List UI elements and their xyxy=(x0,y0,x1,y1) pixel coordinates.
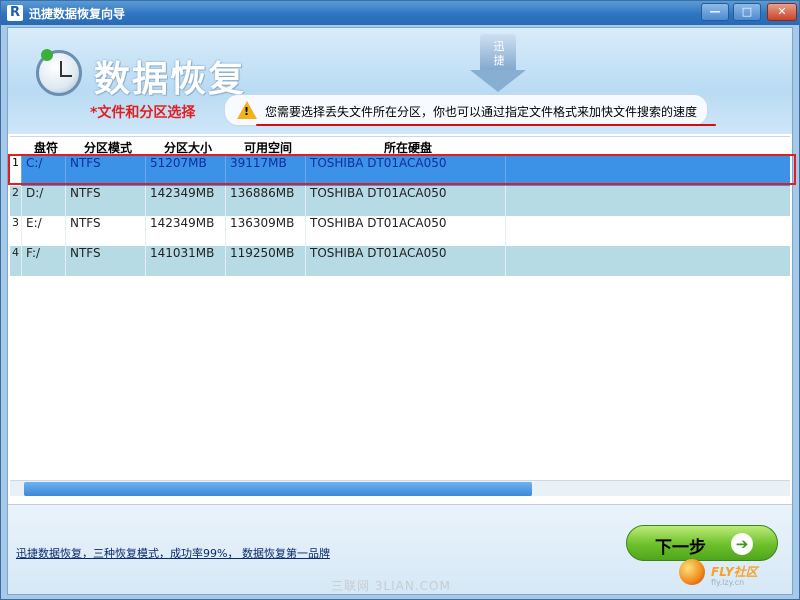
cell-size: 51207MB xyxy=(146,156,226,186)
cell-drive: D:/ xyxy=(22,186,66,216)
cell-size: 141031MB xyxy=(146,246,226,276)
table-row[interactable]: 1 C:/ NTFS 51207MB 39117MB TOSHIBA DT01A… xyxy=(10,156,790,186)
scrollbar-thumb[interactable] xyxy=(24,482,532,496)
cell-disk: TOSHIBA DT01ACA050 xyxy=(306,246,506,276)
title-bar[interactable]: R 迅捷数据恢复向导 — □ ✕ xyxy=(1,1,799,25)
cell-disk: TOSHIBA DT01ACA050 xyxy=(306,216,506,246)
window-title: 迅捷数据恢复向导 xyxy=(29,7,126,21)
cell-mode: NTFS xyxy=(66,246,146,276)
cell-drive: F:/ xyxy=(22,246,66,276)
watermark-text: 三联网 3LIAN.COM xyxy=(331,579,451,593)
refresh-arrow-icon xyxy=(41,49,53,61)
brand-label: 迅 捷 xyxy=(493,40,505,67)
cell-size: 142349MB xyxy=(146,216,226,246)
tip-underline-annotation xyxy=(256,124,716,126)
row-index: 4 xyxy=(10,246,22,276)
col-drive[interactable]: 盘符 xyxy=(24,139,68,156)
close-button[interactable]: ✕ xyxy=(767,3,797,21)
tip-text: 您需要选择丢失文件所在分区，你也可以通过指定文件格式来加快文件搜索的速度 xyxy=(265,105,698,119)
cell-mode: NTFS xyxy=(66,186,146,216)
clock-icon xyxy=(36,49,82,96)
logo-icon xyxy=(679,559,705,585)
cell-disk: TOSHIBA DT01ACA050 xyxy=(306,186,506,216)
section-label: *文件和分区选择 xyxy=(90,105,196,121)
cell-free: 39117MB xyxy=(226,156,306,186)
promo-link[interactable]: 迅捷数据恢复，三种恢复模式，成功率99%， 数据恢复第一品牌 xyxy=(16,545,330,561)
row-index: 2 xyxy=(10,186,22,216)
app-logo-icon: R xyxy=(7,5,23,21)
cell-mode: NTFS xyxy=(66,216,146,246)
row-index: 1 xyxy=(10,156,22,186)
client-area: 数据恢复 *文件和分区选择 迅 捷 ! 您需要选择丢失文件所在分区，你也可以通过… xyxy=(7,27,796,595)
header-banner: 数据恢复 *文件和分区选择 迅 捷 ! 您需要选择丢失文件所在分区，你也可以通过… xyxy=(8,28,792,134)
cell-drive: C:/ xyxy=(22,156,66,186)
row-index: 3 xyxy=(10,216,22,246)
cell-drive: E:/ xyxy=(22,216,66,246)
table-row[interactable]: 2 D:/ NTFS 142349MB 136886MB TOSHIBA DT0… xyxy=(10,186,790,216)
table-row[interactable]: 3 E:/ NTFS 142349MB 136309MB TOSHIBA DT0… xyxy=(10,216,790,246)
col-free[interactable]: 可用空间 xyxy=(228,139,308,156)
cell-free: 136309MB xyxy=(226,216,306,246)
logo-subtext: fly.lzy.cn xyxy=(711,578,745,587)
col-mode[interactable]: 分区模式 xyxy=(68,139,148,156)
col-size[interactable]: 分区大小 xyxy=(148,139,228,156)
col-disk[interactable]: 所在硬盘 xyxy=(308,139,508,156)
cell-size: 142349MB xyxy=(146,186,226,216)
app-window: R 迅捷数据恢复向导 — □ ✕ 数据恢复 *文件和分区选择 迅 捷 ! 您需要… xyxy=(0,0,800,600)
tip-bubble: ! 您需要选择丢失文件所在分区，你也可以通过指定文件格式来加快文件搜索的速度 xyxy=(224,94,708,126)
page-title: 数据恢复 xyxy=(94,59,247,100)
minimize-button[interactable]: — xyxy=(701,3,729,21)
table-header: 盘符 分区模式 分区大小 可用空间 所在硬盘 xyxy=(10,137,790,155)
watermark-logo: FLY社区 fly.lzy.cn xyxy=(679,547,797,595)
partition-table[interactable]: 盘符 分区模式 分区大小 可用空间 所在硬盘 1 C:/ NTFS 51207M… xyxy=(10,136,790,506)
brand-download-icon: 迅 捷 xyxy=(464,34,532,94)
horizontal-scrollbar[interactable] xyxy=(10,480,790,496)
cell-free: 119250MB xyxy=(226,246,306,276)
table-row[interactable]: 4 F:/ NTFS 141031MB 119250MB TOSHIBA DT0… xyxy=(10,246,790,276)
cell-free: 136886MB xyxy=(226,186,306,216)
cell-disk: TOSHIBA DT01ACA050 xyxy=(306,156,506,186)
cell-mode: NTFS xyxy=(66,156,146,186)
maximize-button[interactable]: □ xyxy=(733,3,761,21)
